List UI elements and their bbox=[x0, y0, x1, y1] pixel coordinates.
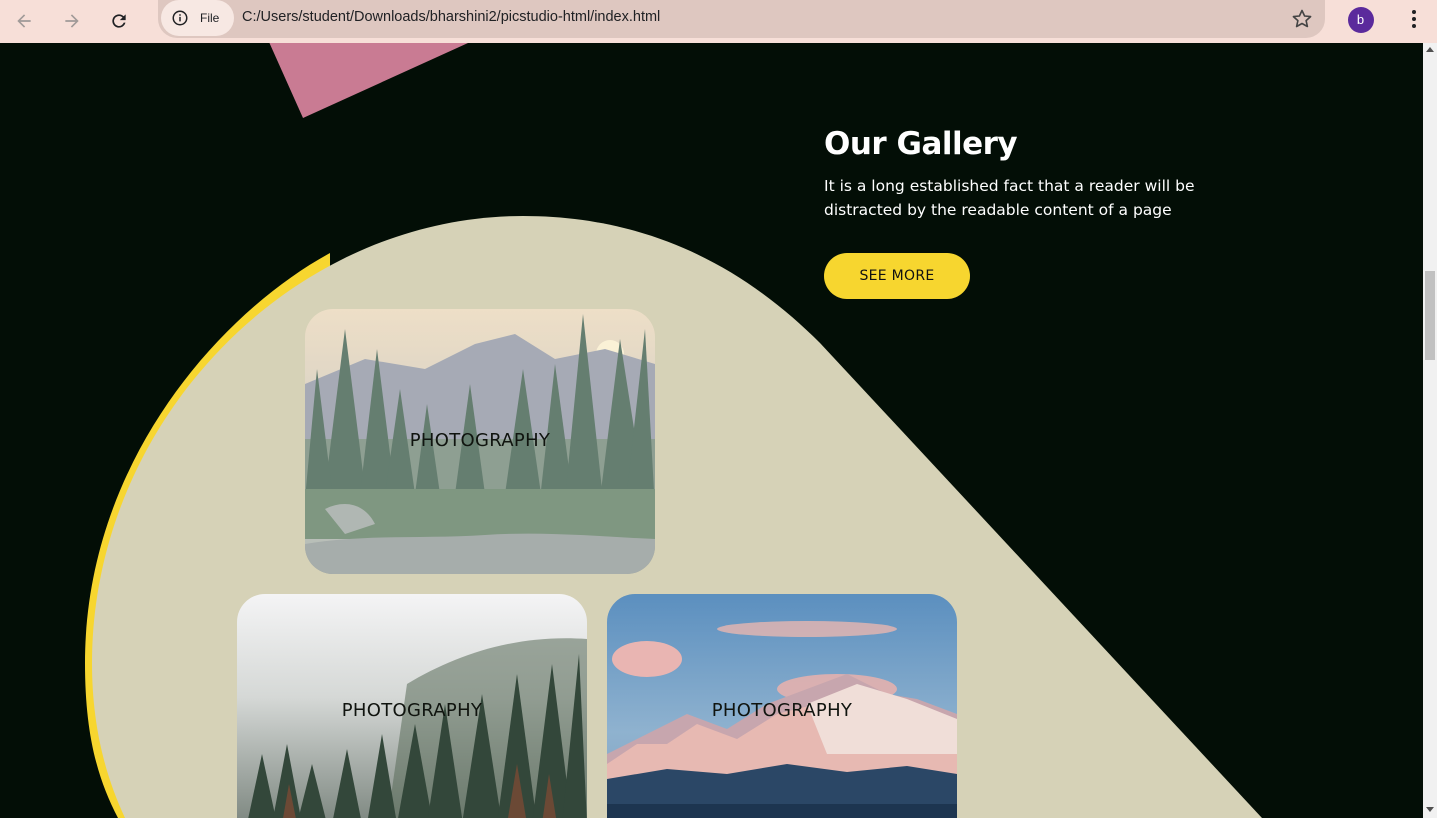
arrow-left-icon bbox=[17, 14, 31, 28]
reload-button[interactable] bbox=[103, 5, 135, 37]
gallery-description: It is a long established fact that a rea… bbox=[824, 177, 1195, 219]
gallery-title: Our Gallery bbox=[824, 126, 1018, 162]
browser-toolbar: File C:/Users/student/Downloads/bharshin… bbox=[0, 0, 1437, 43]
gallery-card[interactable]: PHOTOGRAPHY bbox=[607, 594, 957, 818]
profile-button[interactable]: b bbox=[1343, 2, 1378, 37]
card-label: PHOTOGRAPHY bbox=[409, 430, 551, 451]
forward-button[interactable] bbox=[56, 5, 88, 37]
page-viewport: Our Gallery It is a long established fac… bbox=[0, 43, 1423, 818]
card-label: PHOTOGRAPHY bbox=[341, 700, 483, 721]
bookmark-star-icon[interactable] bbox=[1290, 7, 1314, 31]
pink-shape bbox=[269, 43, 468, 118]
site-info-button[interactable]: File bbox=[161, 0, 234, 36]
card-label: PHOTOGRAPHY bbox=[711, 700, 853, 721]
avatar: b bbox=[1347, 6, 1374, 33]
arrow-right-icon bbox=[65, 14, 79, 28]
scroll-down-arrow-icon[interactable] bbox=[1426, 807, 1434, 812]
gallery-card[interactable]: PHOTOGRAPHY bbox=[237, 594, 587, 818]
reload-icon bbox=[112, 14, 126, 28]
scroll-up-arrow-icon[interactable] bbox=[1426, 47, 1434, 52]
page-scrollbar[interactable] bbox=[1423, 43, 1437, 818]
gallery-card[interactable]: PHOTOGRAPHY bbox=[305, 309, 655, 574]
more-vert-icon[interactable] bbox=[1402, 7, 1426, 31]
back-button[interactable] bbox=[8, 5, 40, 37]
see-more-button[interactable]: SEE MORE bbox=[824, 253, 970, 299]
info-icon bbox=[172, 10, 188, 26]
url-text[interactable]: C:/Users/student/Downloads/bharshini2/pi… bbox=[242, 9, 660, 25]
scroll-thumb[interactable] bbox=[1425, 271, 1435, 360]
site-info-label: File bbox=[200, 11, 220, 25]
